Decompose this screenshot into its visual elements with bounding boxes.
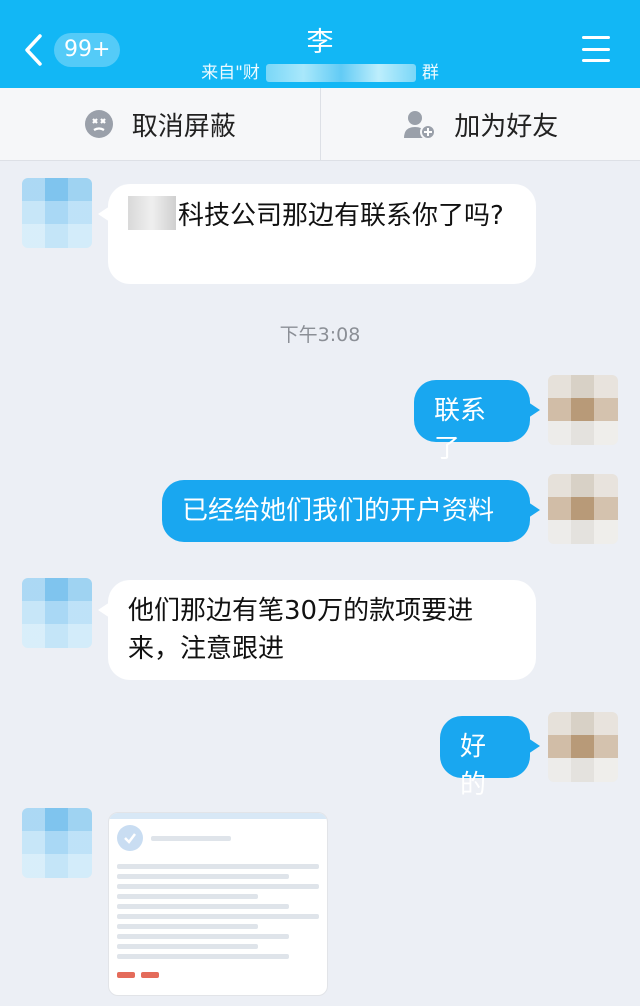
menu-button[interactable]	[582, 36, 610, 62]
blocked-face-icon	[84, 109, 114, 139]
timestamp: 下午3:08	[279, 324, 361, 346]
my-avatar[interactable]	[548, 474, 618, 544]
my-avatar[interactable]	[548, 712, 618, 782]
message-text: 联系了	[434, 396, 487, 464]
checkmark-icon	[117, 825, 143, 851]
action-bar: 取消屏蔽 加为好友	[0, 88, 640, 161]
document-preview	[109, 857, 327, 966]
sender-avatar[interactable]	[22, 578, 92, 648]
message-bubble-outgoing[interactable]: 好的	[440, 716, 540, 800]
subtitle-prefix: 来自"财	[201, 63, 260, 83]
chat-header: 99+ 李 来自"财群	[0, 0, 640, 88]
add-friend-label: 加为好友	[454, 111, 559, 142]
message-bubble-outgoing[interactable]: 已经给她们我们的开户资料	[162, 480, 540, 542]
message-text-line: 来，注意跟进	[128, 634, 285, 664]
chat-title: 李	[306, 27, 334, 58]
redacted-mask	[128, 196, 176, 230]
message-text: 已经给她们我们的开户资料	[182, 496, 495, 526]
message-text: 科技公司那边有联系你了吗?	[178, 201, 504, 231]
message-text: 好的	[460, 732, 487, 800]
sender-avatar[interactable]	[22, 808, 92, 878]
message-bubble-outgoing[interactable]: 联系了	[414, 380, 540, 464]
message-bubble-incoming[interactable]: 他们那边有笔30万的款项要进 来，注意跟进	[98, 580, 536, 680]
my-avatar[interactable]	[548, 375, 618, 445]
menu-icon	[582, 36, 610, 39]
chat-subtitle: 来自"财 群	[0, 58, 640, 83]
add-friend-button[interactable]: 加为好友	[319, 88, 640, 160]
redacted-mask	[265, 64, 416, 82]
image-message[interactable]	[108, 812, 328, 996]
subtitle-suffix: 群	[421, 63, 439, 83]
unblock-button[interactable]: 取消屏蔽	[0, 88, 320, 160]
unblock-label: 取消屏蔽	[131, 111, 236, 142]
message-text-line: 他们那边有笔30万的款项要进	[128, 596, 474, 626]
sender-avatar[interactable]	[22, 178, 92, 248]
message-bubble-incoming[interactable]: 科技公司那边有联系你了吗?	[98, 184, 536, 284]
add-friend-icon	[402, 109, 437, 139]
